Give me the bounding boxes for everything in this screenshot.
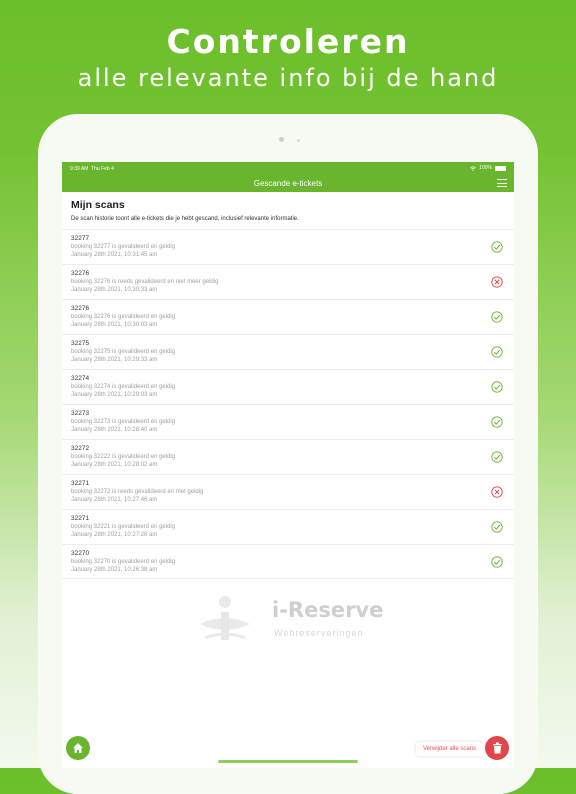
scan-booking-id: 32271 [71, 515, 90, 522]
app-screen: 9:39 AM Thu Feb 4 100% Gescande e-ticket… [62, 162, 514, 768]
scan-message: booking 32276 is gevalideerd en geldig [71, 314, 176, 320]
scan-message: booking 32272 is reeds gevalideerd en me… [71, 489, 204, 495]
home-icon [73, 743, 83, 753]
scan-message: booking 32270 is gevalideerd en geldig [71, 559, 176, 565]
delete-all-scans-button[interactable] [485, 736, 509, 760]
checkmark-circle-icon [491, 241, 503, 253]
checkmark-circle-icon [491, 311, 503, 323]
scan-date: January 28th 2021, 10:28:02 am [71, 462, 158, 468]
scan-booking-id: 32271 [71, 480, 90, 487]
scan-booking-id: 32275 [71, 340, 90, 347]
home-indicator [218, 760, 358, 763]
scan-row[interactable]: 32271 booking 32221 is gevalideerd en gel… [62, 509, 514, 544]
scan-row[interactable]: 32276 booking 32276 is gevalideerd en gel… [62, 299, 514, 334]
scan-booking-id: 32277 [71, 235, 90, 242]
logo-name: i-Reserve [272, 598, 384, 622]
page-title: Mijn scans [71, 199, 125, 211]
scan-booking-id: 32276 [71, 305, 90, 312]
scan-booking-id: 32272 [71, 445, 90, 452]
battery-percentage: 100% [479, 165, 492, 171]
nav-bar: Gescande e-tickets [62, 175, 514, 192]
scan-message: booking 32276 is reeds gevalideerd en ni… [71, 279, 219, 285]
checkmark-circle-icon [491, 346, 503, 358]
scan-row[interactable]: 32270 booking 32270 is gevalideerd en gel… [62, 544, 514, 579]
scan-booking-id: 32270 [71, 550, 90, 557]
scan-message: booking 32222 is gevalideerd en geldig [71, 454, 176, 460]
scan-date: January 28th 2021, 10:29:03 am [71, 392, 158, 398]
hero-subtitle: alle relevante info bij de hand [77, 64, 499, 92]
scan-date: January 28th 2021, 10:30:33 am [71, 287, 158, 293]
scan-date: January 28th 2021, 10:28:40 am [71, 427, 158, 433]
checkmark-circle-icon [491, 416, 503, 428]
home-button[interactable] [66, 736, 90, 760]
checkmark-circle-icon [491, 521, 503, 533]
hero-title: Controleren [166, 22, 410, 61]
scan-row[interactable]: 32273 booking 32273 is gevalideerd en gel… [62, 404, 514, 439]
checkmark-circle-icon [491, 556, 503, 568]
scan-date: January 28th 2021, 10:27:26 am [71, 532, 158, 538]
logo-tagline: Webreserveringen [274, 628, 364, 638]
scan-date: January 28th 2021, 10:27:46 am [71, 497, 158, 503]
trash-icon [492, 742, 502, 754]
scan-row[interactable]: 32272 booking 32222 is gevalideerd en gel… [62, 439, 514, 474]
scan-row[interactable]: 32274 booking 32274 is gevalideerd en gel… [62, 369, 514, 404]
cross-circle-icon [491, 276, 503, 288]
battery-icon [495, 165, 506, 171]
scan-booking-id: 32276 [71, 270, 90, 277]
sensor-dot [297, 139, 300, 142]
status-date: Thu Feb 4 [91, 166, 114, 172]
scan-row[interactable]: 32271 booking 32272 is reeds gevalideerd … [62, 474, 514, 509]
checkmark-circle-icon [491, 451, 503, 463]
scan-list: 32277 booking 32277 is gevalideerd en gel… [62, 229, 514, 579]
scan-message: booking 32277 is gevalideerd en geldig [71, 244, 176, 250]
hamburger-menu-icon[interactable] [497, 179, 507, 187]
scan-date: January 28th 2021, 10:30:03 am [71, 322, 158, 328]
scan-message: booking 32273 is gevalideerd en geldig [71, 419, 176, 425]
checkmark-circle-icon [491, 381, 503, 393]
scan-row[interactable]: 32275 booking 32275 is gevalideerd en gel… [62, 334, 514, 369]
status-bar: 9:39 AM Thu Feb 4 100% [62, 162, 514, 175]
scan-date: January 28th 2021, 10:26:38 am [71, 567, 158, 573]
delete-all-scans-label[interactable]: Verwijder alle scans [416, 742, 483, 756]
nav-title: Gescande e-tickets [253, 179, 323, 188]
camera-dot [279, 137, 284, 142]
scan-message: booking 32275 is gevalideerd en geldig [71, 349, 176, 355]
page-description: De scan historie toont alle e-tickets di… [71, 216, 299, 222]
scan-booking-id: 32273 [71, 410, 90, 417]
scan-row[interactable]: 32277 booking 32277 is gevalideerd en gel… [62, 229, 514, 264]
scan-row[interactable]: 32276 booking 32276 is reeds gevalideerd … [62, 264, 514, 299]
scan-message: booking 32221 is gevalideerd en geldig [71, 524, 176, 530]
cross-circle-icon [491, 486, 503, 498]
status-time: 9:39 AM [70, 166, 89, 172]
scan-date: January 28th 2021, 10:29:33 am [71, 357, 158, 363]
scan-booking-id: 32274 [71, 375, 90, 382]
scan-message: booking 32274 is gevalideerd en geldig [71, 384, 176, 390]
wifi-icon [470, 165, 476, 171]
scan-date: January 28th 2021, 10:31:45 am [71, 252, 158, 258]
